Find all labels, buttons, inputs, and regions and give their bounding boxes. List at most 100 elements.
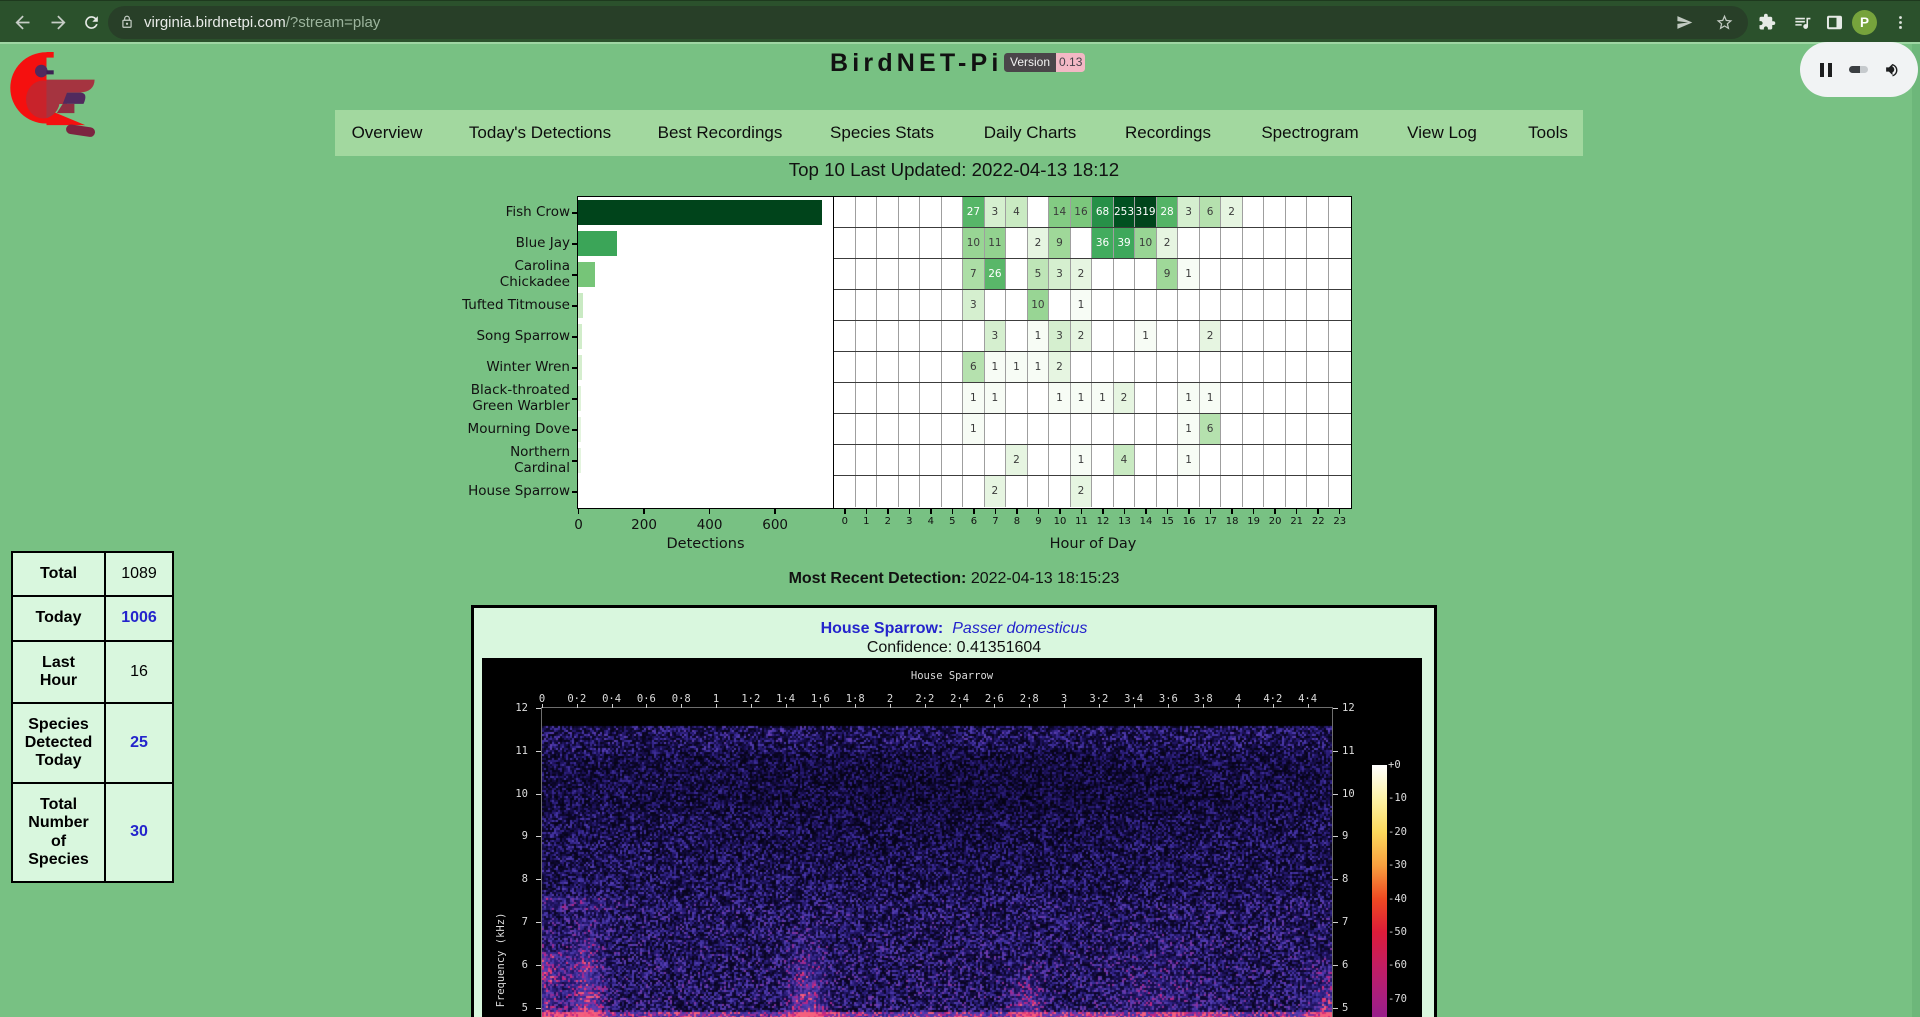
hour-label: 19 [1247,516,1260,527]
pause-icon[interactable] [1820,63,1832,77]
species-scientific-name[interactable]: Passer domesticus [952,620,1087,637]
volume-icon[interactable] [1884,62,1901,77]
browser-toolbar: virginia.birdnetpi.com/?stream=play P [0,0,1920,42]
colorbar-label: -70 [1388,993,1407,1005]
reload-icon[interactable] [79,1,103,43]
extensions-icon[interactable] [1755,1,1779,43]
heat-cell [1221,476,1243,507]
spec-tick [994,704,995,708]
nav-todays-detections[interactable]: Today's Detections [469,110,611,157]
heat-cell [1264,383,1286,413]
hour-label: 6 [971,516,977,527]
side-panel-icon[interactable] [1822,1,1846,43]
heat-cell [1307,476,1329,507]
hour-label: 16 [1183,516,1196,527]
nav-spectrogram[interactable]: Spectrogram [1261,110,1358,157]
heat-cell [1329,321,1351,351]
heat-cell [963,445,985,475]
heat-cell [877,259,899,289]
heat-cell: 1 [1028,321,1050,351]
heat-cell [942,259,964,289]
heat-cell [1028,445,1050,475]
heat-cell [877,476,899,507]
heat-cell [1178,321,1200,351]
audio-progress[interactable] [1849,66,1868,73]
heat-cell [942,383,964,413]
back-icon[interactable] [10,1,34,43]
heat-cell [1157,383,1179,413]
heat-cell [1200,290,1222,320]
nav-view-log[interactable]: View Log [1407,110,1477,157]
heat-cell: 5 [1028,259,1050,289]
nav-tools[interactable]: Tools [1528,110,1568,157]
audio-player[interactable] [1800,42,1918,97]
heat-cell [1178,476,1200,507]
page-title: BirdNET-Pi [830,49,1003,78]
heat-cell [1264,228,1286,258]
spec-tick [1238,704,1239,708]
version-value: 0.13 [1056,53,1085,72]
heat-cell [1006,321,1028,351]
heat-cell [1286,290,1308,320]
avatar[interactable]: P [1852,10,1877,35]
heat-cell [1329,445,1351,475]
heat-cell [1114,476,1136,507]
heat-cell: 39 [1114,228,1136,258]
heat-cell: 2 [1071,321,1093,351]
nav-species-stats[interactable]: Species Stats [830,110,934,157]
send-icon[interactable] [1676,14,1693,31]
spec-tick [1333,836,1338,837]
nav-best-recordings[interactable]: Best Recordings [658,110,783,157]
forward-icon[interactable] [46,1,70,43]
heat-cell: 3 [963,290,985,320]
species-common-name[interactable]: House Sparrow: [821,620,944,637]
spectrogram-colorbar [1372,765,1387,1017]
heat-cell [1221,259,1243,289]
axis-tick [1339,509,1341,514]
heat-row: 22 [834,476,1351,507]
hour-label: 11 [1075,516,1088,527]
heat-cell [856,259,878,289]
stat-value-link[interactable]: 25 [105,703,173,783]
heat-cell: 6 [1200,414,1222,444]
heat-cell [1157,445,1179,475]
axis-tick [952,509,954,514]
heat-cell [985,290,1007,320]
heat-cell [877,197,899,227]
media-control-icon[interactable] [1790,1,1814,43]
bar-Northern Cardinal [578,448,581,473]
spec-ytick-label-right: 8 [1342,873,1348,885]
scrollbar[interactable] [1912,44,1920,1017]
bookmark-star-icon[interactable] [1715,13,1734,32]
spec-tick [536,836,541,837]
hour-label: 21 [1290,516,1303,527]
heat-cell: 3 [985,197,1007,227]
heat-cell [856,476,878,507]
url-bar[interactable]: virginia.birdnetpi.com/?stream=play [108,6,1748,39]
menu-dots-icon[interactable] [1890,1,1910,43]
heat-cell [1178,290,1200,320]
hour-label: 0 [842,516,848,527]
nav-overview[interactable]: Overview [352,110,423,157]
spec-ytick-label-right: 6 [1342,959,1348,971]
species-label: Song Sparrow [476,329,570,345]
axis-tick [1016,509,1018,514]
heat-cell [856,445,878,475]
table-row: Total Number of Species30 [12,783,173,882]
nav-daily-charts[interactable]: Daily Charts [984,110,1077,157]
heat-cell [899,259,921,289]
heat-cell [1243,259,1265,289]
stat-value-link[interactable]: 1006 [105,596,173,641]
stat-value-link[interactable]: 30 [105,783,173,882]
heat-cell [1114,321,1136,351]
axis-tick [1124,509,1126,514]
heat-cell [985,414,1007,444]
nav-recordings[interactable]: Recordings [1125,110,1211,157]
heat-cell [1329,414,1351,444]
heat-cell [877,414,899,444]
colorbar-label: -10 [1388,792,1407,804]
heat-cell: 1 [963,383,985,413]
heat-cell [942,228,964,258]
axis-tick [1231,509,1233,514]
heat-cell: 1 [1135,321,1157,351]
